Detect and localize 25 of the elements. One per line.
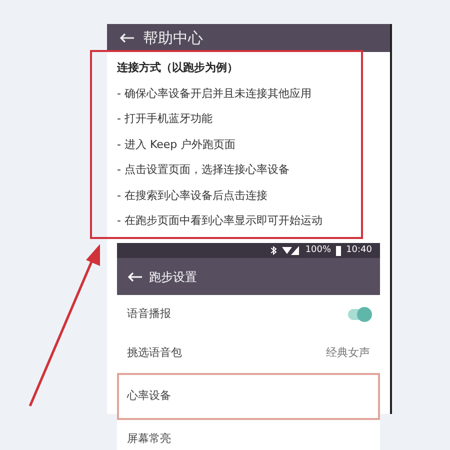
instruction-step: - 打开手机蓝牙功能	[117, 111, 390, 128]
settings-row[interactable]: 心率设备	[117, 373, 380, 420]
settings-row[interactable]: 挑选语音包 经典女声	[117, 334, 380, 373]
screen-title: 跑步设置	[149, 268, 197, 286]
settings-row[interactable]: 屏幕常亮	[117, 420, 380, 450]
settings-row[interactable]: 语音播报	[117, 295, 380, 334]
setting-label: 语音播报	[127, 306, 171, 322]
instruction-step: - 在跑步页面中看到心率显示即可开始运动	[117, 213, 390, 230]
instruction-step: - 进入 Keep 户外跑页面	[117, 136, 390, 153]
setting-label: 心率设备	[127, 388, 171, 404]
clock: 10:40	[346, 244, 372, 257]
back-icon[interactable]	[119, 33, 135, 43]
instruction-step: - 确保心率设备开启并且未连接其他应用	[117, 86, 390, 102]
instruction-step: - 在搜索到心率设备后点击连接	[117, 188, 390, 204]
battery-percent: 100%	[305, 244, 332, 257]
instruction-step: - 点击设置页面，选择连接心率设备	[117, 162, 390, 178]
setting-label: 挑选语音包	[127, 345, 182, 362]
setting-label: 屏幕常亮	[127, 431, 171, 448]
section-heading: 连接方式（以跑步为例）	[117, 60, 239, 76]
battery-icon	[336, 246, 342, 256]
screen-title: 帮助中心	[143, 28, 203, 49]
setting-value: 经典女声	[326, 345, 370, 362]
bluetooth-icon	[271, 246, 278, 255]
signal-icon	[282, 246, 300, 255]
toggle-switch[interactable]	[348, 309, 370, 320]
